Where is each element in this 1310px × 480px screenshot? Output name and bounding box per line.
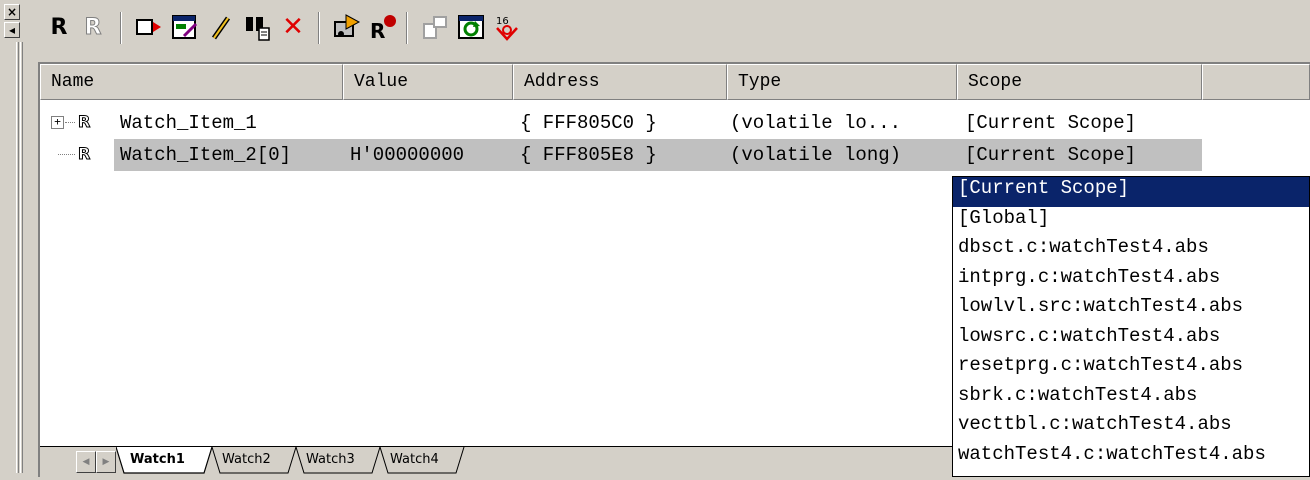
- delete-button[interactable]: ✕: [276, 10, 310, 44]
- r-outline-button[interactable]: R: [76, 10, 110, 44]
- scope-dropdown-list[interactable]: [Current Scope] [Global] dbsct.c:watchTe…: [952, 176, 1310, 477]
- expand-button[interactable]: [418, 10, 452, 44]
- column-header-address[interactable]: Address: [513, 64, 727, 100]
- column-header-name[interactable]: Name: [40, 64, 343, 100]
- find-icon: [246, 17, 270, 41]
- column-header-value[interactable]: Value: [343, 64, 513, 100]
- dropdown-item[interactable]: intprg.c:watchTest4.abs: [953, 266, 1309, 296]
- add-watch-button[interactable]: [132, 10, 166, 44]
- cell-address: { FFF805E8 }: [520, 144, 657, 166]
- tab-scroll-left-icon[interactable]: ◀: [76, 451, 96, 473]
- edit-value-button[interactable]: [168, 10, 202, 44]
- dropdown-item[interactable]: lowlvl.src:watchTest4.abs: [953, 295, 1309, 325]
- add-watch-icon: [136, 19, 161, 35]
- tab-scroll-right-icon[interactable]: ▶: [96, 451, 116, 473]
- pin-icon[interactable]: ◂: [4, 22, 20, 38]
- tab-watch1[interactable]: Watch1: [130, 447, 185, 475]
- pencil-button[interactable]: [204, 10, 238, 44]
- tab-watch4[interactable]: Watch4: [390, 447, 439, 475]
- tab-watch2[interactable]: Watch2: [222, 447, 271, 475]
- sheet-tab-strip: ◀ ▶ Watch1 Watch2 Watch3 Watch4: [40, 446, 965, 480]
- dock-grip[interactable]: [20, 42, 23, 473]
- r-outline-icon: R: [84, 14, 102, 40]
- dropdown-item[interactable]: watchTest4.c:watchTest4.abs: [953, 443, 1309, 473]
- dropdown-item[interactable]: [Global]: [953, 207, 1309, 237]
- expand-toggle-icon[interactable]: +: [51, 116, 64, 129]
- refresh-button[interactable]: [454, 10, 488, 44]
- dock-grip[interactable]: [16, 42, 19, 473]
- set-breakpoint-icon: R: [370, 15, 396, 42]
- pencil-icon: [211, 16, 231, 40]
- toolbar-separator: [406, 12, 408, 44]
- toolbar-separator: [120, 12, 122, 44]
- close-icon[interactable]: ×: [4, 4, 20, 20]
- set-breakpoint-button[interactable]: R: [366, 10, 400, 44]
- recalc-icon: [334, 14, 361, 37]
- tree-connector: [65, 122, 75, 123]
- column-header-scope[interactable]: Scope: [957, 64, 1202, 100]
- r-bold-button[interactable]: R: [42, 10, 76, 44]
- dropdown-item[interactable]: sbrk.c:watchTest4.abs: [953, 384, 1309, 414]
- svg-text:R: R: [370, 19, 385, 42]
- cell-scope[interactable]: [Current Scope]: [965, 139, 1136, 171]
- cell-address: { FFF805C0 }: [520, 112, 657, 134]
- refresh-icon: [458, 15, 484, 39]
- table-row[interactable]: + R Watch_Item_1 { FFF805C0 } (volatile …: [40, 107, 1210, 139]
- tab-watch3[interactable]: Watch3: [306, 447, 355, 475]
- dropdown-item[interactable]: vecttbl.c:watchTest4.abs: [953, 413, 1309, 443]
- cell-type: (volatile lo...: [730, 112, 902, 134]
- cell-name: Watch_Item_2[0]: [120, 144, 292, 166]
- watch-item-icon: R: [77, 144, 91, 163]
- column-header-row: Name Value Address Type Scope: [40, 64, 1310, 100]
- dropdown-item[interactable]: [Current Scope]: [953, 177, 1309, 207]
- tree-connector: [58, 154, 75, 155]
- cell-name: Watch_Item_1: [120, 112, 257, 134]
- toolbar: R R ✕ R 16: [40, 8, 1310, 48]
- expand-icon: [423, 16, 447, 39]
- radix-icon: 16: [496, 16, 518, 41]
- find-button[interactable]: [240, 10, 274, 44]
- table-row[interactable]: R Watch_Item_2[0] H'00000000 { FFF805E8 …: [40, 139, 1210, 171]
- dock-bar: × ◂: [0, 0, 34, 477]
- recalc-button[interactable]: [330, 10, 364, 44]
- delete-icon: ✕: [282, 12, 304, 42]
- cell-value[interactable]: H'00000000: [350, 139, 464, 171]
- column-header-type[interactable]: Type: [727, 64, 957, 100]
- dropdown-item[interactable]: dbsct.c:watchTest4.abs: [953, 236, 1309, 266]
- column-header-filler: [1202, 64, 1310, 100]
- dropdown-item[interactable]: lowsrc.c:watchTest4.abs: [953, 325, 1309, 355]
- toolbar-separator: [318, 12, 320, 44]
- watch-item-icon: R: [77, 112, 91, 131]
- cell-scope[interactable]: [Current Scope]: [965, 107, 1136, 139]
- radix-button[interactable]: 16: [490, 10, 524, 44]
- edit-value-icon: [172, 15, 198, 39]
- r-bold-icon: R: [50, 14, 68, 40]
- cell-type: (volatile long): [730, 144, 902, 166]
- dropdown-item[interactable]: resetprg.c:watchTest4.abs: [953, 354, 1309, 384]
